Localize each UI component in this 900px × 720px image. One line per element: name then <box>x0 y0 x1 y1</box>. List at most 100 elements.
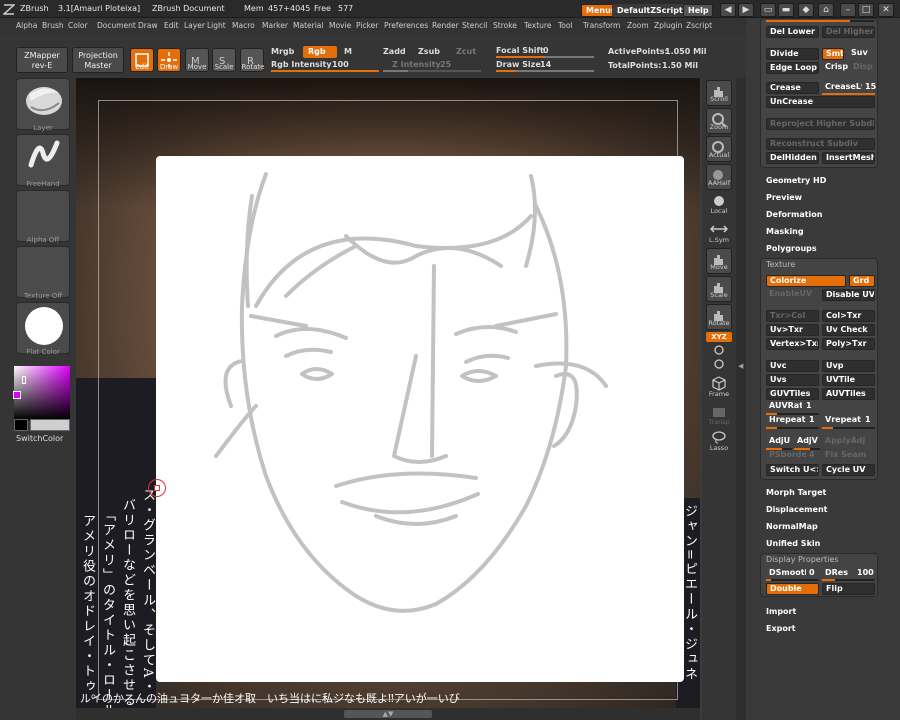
reconstruct-subdiv-button[interactable]: Reconstruct Subdiv <box>766 138 875 150</box>
lock-icon[interactable]: ⌂ <box>818 3 834 17</box>
suv-button[interactable]: Suv <box>848 48 875 60</box>
displacement-header[interactable]: Displacement <box>766 505 827 514</box>
double-button[interactable]: Double <box>766 583 819 595</box>
color-picker[interactable] <box>14 366 70 420</box>
primary-color-swatch[interactable] <box>30 419 70 431</box>
del-higher-button[interactable]: Del Higher <box>822 26 875 38</box>
xyz-button[interactable]: XYZ <box>706 332 732 342</box>
dsmooth-slider[interactable] <box>766 579 819 581</box>
menu-tool[interactable]: Tool <box>558 21 573 30</box>
rotate-y-icon[interactable] <box>713 344 725 356</box>
crease-lvl-slider[interactable] <box>822 93 875 95</box>
menu-zoom[interactable]: Zoom <box>627 21 649 30</box>
collapse-arrow-icon[interactable]: ◀ <box>738 362 743 370</box>
adjv-label[interactable]: AdjV <box>794 436 820 448</box>
uvs-button[interactable]: Uvs <box>766 374 819 386</box>
maximize-icon[interactable]: □ <box>858 3 874 17</box>
del-hidden-button[interactable]: DelHidden <box>766 152 819 164</box>
dres-slider[interactable] <box>822 579 875 581</box>
polygroups-header[interactable]: Polygroups <box>766 244 817 253</box>
lasso-button[interactable] <box>710 430 728 444</box>
menu-layer[interactable]: Layer <box>184 21 205 30</box>
flip-button[interactable]: Flip <box>822 583 875 595</box>
menu-transform[interactable]: Transform <box>583 21 620 30</box>
texture-header[interactable]: Texture <box>766 260 795 269</box>
zmapper-button[interactable]: ZMapper rev-E <box>16 47 68 73</box>
frame-button[interactable] <box>710 375 728 391</box>
insert-mesh-button[interactable]: InsertMesh <box>822 152 875 164</box>
menu-preferences[interactable]: Preferences <box>384 21 428 30</box>
del-lower-button[interactable]: Del Lower <box>766 26 819 38</box>
txr-col-button[interactable]: Txr>Col <box>766 310 819 322</box>
sketch-canvas[interactable] <box>156 156 684 682</box>
menu-zscript[interactable]: Zscript <box>686 21 712 30</box>
guvtiles-button[interactable]: GUVTiles <box>766 388 819 400</box>
local-button[interactable] <box>710 194 728 208</box>
enable-uv-button[interactable]: EnableUV <box>766 289 819 301</box>
menu-render[interactable]: Render <box>432 21 459 30</box>
menu-document[interactable]: Document <box>97 21 136 30</box>
divide-button[interactable]: Divide <box>766 48 819 60</box>
geometry-hd-header[interactable]: Geometry HD <box>766 176 826 185</box>
export-button[interactable]: Export <box>766 624 796 633</box>
menu-macro[interactable]: Macro <box>232 21 255 30</box>
restore-icon[interactable]: ◆ <box>798 3 814 17</box>
alpha-tile[interactable] <box>16 190 70 242</box>
rotate-z-icon[interactable] <box>713 358 725 370</box>
poly-txr-button[interactable]: Poly>Txr <box>822 338 875 350</box>
layer-tile[interactable] <box>16 78 70 130</box>
auvtiles-button[interactable]: AUVTiles <box>822 388 875 400</box>
menu-texture[interactable]: Texture <box>524 21 551 30</box>
deformation-header[interactable]: Deformation <box>766 210 822 219</box>
menu-edit[interactable]: Edit <box>164 21 179 30</box>
help-button[interactable]: Help <box>683 4 713 17</box>
uv-txr-button[interactable]: Uv>Txr <box>766 324 819 336</box>
uv-check-button[interactable]: Uv Check <box>822 324 875 336</box>
uncrease-button[interactable]: UnCrease <box>766 96 875 108</box>
reproject-button[interactable]: Reproject Higher Subdiv <box>766 118 875 130</box>
disable-uv-button[interactable]: Disable UV <box>822 289 875 301</box>
tray-divider[interactable]: ◀ <box>736 78 746 720</box>
vertex-txr-button[interactable]: Vertex>Txr <box>766 338 819 350</box>
adju-label[interactable]: AdjU <box>766 436 792 448</box>
uvp-button[interactable]: Uvp <box>822 360 875 372</box>
layout-icon[interactable]: ▭ <box>760 3 776 17</box>
menu-alpha[interactable]: Alpha <box>16 21 37 30</box>
focal-shift-slider[interactable] <box>496 56 594 58</box>
zcut-button[interactable]: Zcut <box>456 47 476 56</box>
z-intensity-slider[interactable] <box>383 70 481 72</box>
next-icon[interactable]: ▶ <box>738 3 754 17</box>
menu-material[interactable]: Material <box>293 21 323 30</box>
zsub-button[interactable]: Zsub <box>418 47 440 56</box>
menu-light[interactable]: Light <box>207 21 226 30</box>
canvas[interactable]: アメリ役のオドレイ・トゥ。 「アメリ」のタイトル・ロール。 バリローなどを思い起… <box>76 78 700 708</box>
menu-picker[interactable]: Picker <box>356 21 378 30</box>
menu-stroke[interactable]: Stroke <box>493 21 517 30</box>
secondary-color-swatch[interactable] <box>14 419 28 431</box>
draw-size-slider[interactable] <box>496 70 594 72</box>
switch-color-button[interactable]: SwitchColor <box>16 434 63 443</box>
menu-stencil[interactable]: Stencil <box>462 21 487 30</box>
sdiv-slider[interactable] <box>766 20 874 22</box>
edge-loop-button[interactable]: Edge Loop <box>766 62 819 74</box>
apply-adj-button[interactable]: ApplyAdj <box>822 436 875 448</box>
transp-button[interactable] <box>710 405 728 419</box>
display-properties-header[interactable]: Display Properties <box>766 555 838 564</box>
rgb-intensity-slider[interactable] <box>271 70 379 72</box>
normalmap-header[interactable]: NormalMap <box>766 522 818 531</box>
menu-marker[interactable]: Marker <box>262 21 288 30</box>
smt-button[interactable]: Smt <box>822 48 844 60</box>
preview-header[interactable]: Preview <box>766 193 802 202</box>
hrepeat-slider[interactable] <box>766 427 819 429</box>
grd-button[interactable]: Grd <box>849 275 875 287</box>
col-txr-button[interactable]: Col>Txr <box>822 310 875 322</box>
disp-button[interactable]: Disp <box>850 62 875 74</box>
projection-master-button[interactable]: Projection Master <box>72 47 124 73</box>
vrepeat-slider[interactable] <box>822 427 875 429</box>
menu-brush[interactable]: Brush <box>42 21 64 30</box>
menu-movie[interactable]: Movie <box>329 21 351 30</box>
texture-tile[interactable] <box>16 246 70 298</box>
rgb-button[interactable]: Rgb <box>303 46 337 58</box>
minimize-icon[interactable]: – <box>840 3 856 17</box>
menu-zplugin[interactable]: Zplugin <box>654 21 682 30</box>
